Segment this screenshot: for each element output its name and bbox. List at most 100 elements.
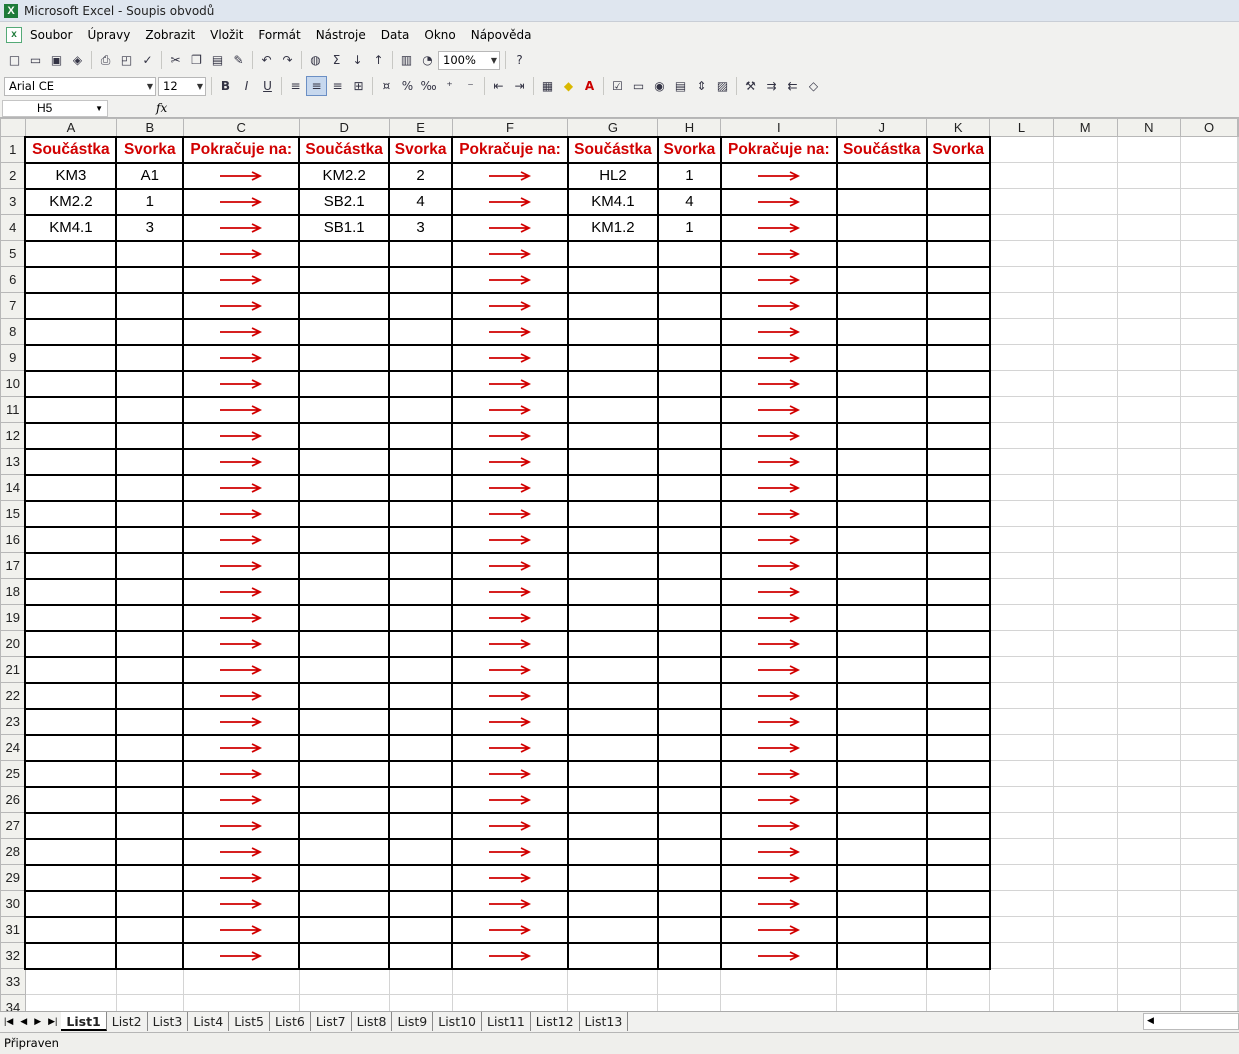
cell[interactable] — [719, 317, 838, 346]
cell[interactable] — [1052, 760, 1118, 787]
cell[interactable] — [182, 161, 301, 190]
column-header[interactable]: H — [657, 118, 722, 137]
menu-okno[interactable]: Okno — [424, 27, 455, 43]
cell[interactable] — [719, 265, 838, 294]
cell[interactable] — [1180, 786, 1238, 813]
cell[interactable] — [182, 968, 300, 995]
cell[interactable] — [1180, 812, 1238, 839]
sheet-tab[interactable]: List10 — [433, 1012, 483, 1031]
cell[interactable] — [1180, 552, 1238, 579]
row-header[interactable]: 18 — [0, 578, 26, 605]
font-color-icon[interactable]: A — [579, 76, 600, 96]
cell[interactable] — [24, 421, 118, 450]
cell[interactable] — [115, 707, 185, 736]
cell[interactable] — [719, 681, 838, 710]
cell[interactable] — [115, 369, 185, 398]
cell[interactable] — [1180, 994, 1238, 1011]
cell[interactable] — [451, 187, 569, 216]
cell[interactable] — [1180, 656, 1238, 683]
cell[interactable] — [1237, 500, 1239, 527]
sheet-tab[interactable]: List12 — [531, 1012, 580, 1031]
cell[interactable] — [388, 941, 454, 970]
row-header[interactable]: 30 — [0, 890, 26, 917]
cell[interactable] — [835, 187, 928, 216]
cell[interactable] — [1052, 838, 1118, 865]
cell[interactable] — [182, 239, 301, 268]
cell[interactable] — [925, 811, 991, 840]
cell[interactable] — [989, 188, 1054, 215]
cell[interactable] — [1180, 968, 1238, 995]
cell[interactable] — [1180, 344, 1238, 371]
cell[interactable] — [566, 889, 659, 918]
cell[interactable] — [989, 578, 1054, 605]
cell[interactable] — [451, 421, 569, 450]
cell[interactable] — [835, 421, 928, 450]
cell[interactable] — [1052, 942, 1118, 969]
cell[interactable] — [451, 551, 569, 580]
fill-color-icon[interactable]: ◆ — [558, 76, 579, 96]
cell[interactable]: SB2.1 — [298, 187, 391, 216]
cell[interactable] — [388, 369, 454, 398]
cell[interactable] — [656, 577, 722, 606]
cell[interactable]: KM4.1 — [24, 213, 118, 242]
print-preview-icon[interactable]: ◰ — [116, 50, 137, 70]
cell[interactable] — [1237, 370, 1239, 397]
align-right-icon[interactable]: ≡ — [327, 76, 348, 96]
cell[interactable] — [182, 994, 300, 1011]
cell[interactable] — [656, 811, 722, 840]
cell[interactable] — [656, 551, 722, 580]
cell[interactable] — [298, 551, 391, 580]
cell[interactable] — [719, 811, 838, 840]
cell[interactable] — [182, 733, 301, 762]
cell[interactable] — [1116, 188, 1182, 215]
cell[interactable] — [451, 447, 569, 476]
cell[interactable] — [1052, 578, 1118, 605]
cell[interactable] — [925, 577, 991, 606]
cell[interactable] — [115, 759, 185, 788]
cell[interactable] — [719, 421, 838, 450]
cell[interactable] — [451, 239, 569, 268]
cell[interactable] — [925, 265, 991, 294]
cell[interactable] — [1180, 526, 1238, 553]
cell[interactable] — [566, 421, 659, 450]
cell[interactable] — [1116, 552, 1182, 579]
cell[interactable] — [989, 396, 1054, 423]
cell[interactable] — [388, 395, 454, 424]
cell[interactable] — [1052, 344, 1118, 371]
cell[interactable] — [1052, 318, 1118, 345]
cell[interactable] — [298, 343, 391, 372]
cell[interactable] — [989, 656, 1054, 683]
cell[interactable] — [1116, 214, 1182, 241]
cell[interactable] — [451, 759, 569, 788]
cell[interactable] — [24, 655, 118, 684]
cell[interactable] — [656, 733, 722, 762]
cell[interactable] — [298, 265, 391, 294]
cell[interactable] — [115, 915, 185, 944]
column-header[interactable]: F — [451, 118, 569, 137]
cell[interactable] — [566, 655, 659, 684]
column-header[interactable]: E — [388, 118, 453, 137]
cell[interactable] — [1116, 734, 1182, 761]
row-header[interactable]: 28 — [0, 838, 26, 865]
cell[interactable] — [566, 629, 659, 658]
cell[interactable] — [989, 162, 1054, 189]
increase-indent-icon[interactable]: ⇥ — [509, 76, 530, 96]
cell[interactable] — [24, 317, 118, 346]
cell[interactable] — [566, 811, 659, 840]
cell[interactable] — [24, 837, 118, 866]
cell[interactable] — [182, 499, 301, 528]
row-header[interactable]: 9 — [0, 344, 26, 371]
cell[interactable] — [989, 708, 1054, 735]
cell[interactable] — [1237, 266, 1239, 293]
row-header[interactable]: 26 — [0, 786, 26, 813]
drawing-icon[interactable]: ◔ — [417, 50, 438, 70]
cell[interactable] — [1237, 578, 1239, 605]
cell[interactable]: KM2.2 — [24, 187, 118, 216]
cell[interactable] — [989, 474, 1054, 501]
cell[interactable] — [1116, 500, 1182, 527]
cell[interactable] — [1116, 968, 1182, 995]
cell[interactable] — [1052, 656, 1118, 683]
cell[interactable]: KM4.1 — [566, 187, 659, 216]
cell[interactable] — [925, 759, 991, 788]
cell[interactable] — [835, 915, 928, 944]
